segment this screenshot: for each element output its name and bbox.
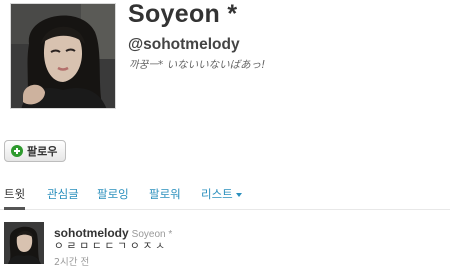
tab-label: 팔로워 <box>149 187 181 201</box>
tweet-avatar-image <box>4 222 44 264</box>
tab-label: 팔로잉 <box>97 187 129 201</box>
tweet-timestamp[interactable]: 2시간 전 <box>54 254 89 268</box>
profile-handle: @sohotmelody <box>128 36 240 53</box>
tab-favorites[interactable]: 관심글 <box>47 184 79 210</box>
tab-following[interactable]: 팔로잉 <box>97 184 129 210</box>
tab-label: 리스트 <box>201 187 233 201</box>
profile-bio: 까꿍ㅡ* いないいないばあっ! <box>129 59 266 71</box>
profile-photo-image <box>11 4 115 108</box>
tab-followers[interactable]: 팔로워 <box>149 184 181 210</box>
tweet-text: ㅇㄹㅁㄷㄷㄱㅇㅈㅅ <box>54 240 168 252</box>
tweet-avatar[interactable] <box>4 222 44 264</box>
profile-page: Soyeon * @sohotmelody 까꿍ㅡ* いないいないばあっ! 팔로… <box>0 0 450 272</box>
tab-label: 관심글 <box>47 187 79 201</box>
profile-avatar[interactable] <box>10 3 116 109</box>
follow-button-label: 팔로우 <box>27 145 58 158</box>
tab-lists[interactable]: 리스트 <box>201 184 242 210</box>
profile-name: Soyeon * <box>128 0 238 28</box>
tab-tweets[interactable]: 트윗 <box>4 184 26 210</box>
profile-tabs: 트윗 관심글 팔로잉 팔로워 리스트 <box>0 184 450 210</box>
plus-circle-icon <box>11 145 23 157</box>
tab-label: 트윗 <box>4 187 26 201</box>
follow-button[interactable]: 팔로우 <box>4 140 67 162</box>
chevron-down-icon <box>235 192 242 197</box>
